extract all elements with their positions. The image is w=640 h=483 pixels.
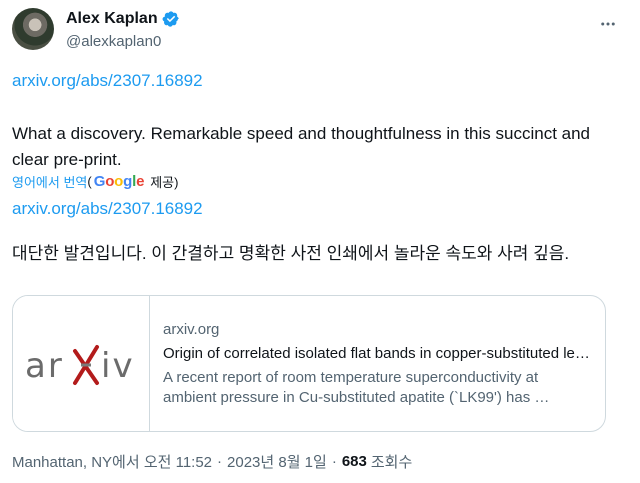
more-dots-icon[interactable] [598,14,618,34]
translate-open-paren: ( [87,174,92,189]
arxiv-logo: ar iv [13,296,150,431]
tweet-text: What a discovery. Remarkable speed and t… [12,124,590,169]
translated-text: 대단한 발견입니다. 이 간결하고 명확한 사전 인쇄에서 놀라운 속도와 사려… [12,244,570,263]
meta-separator: · [217,453,223,470]
author-name[interactable]: Alex Kaplan [66,10,158,28]
translated-link[interactable]: arxiv.org/abs/2307.16892 [12,199,203,219]
google-logo: Google [93,173,145,190]
translate-label[interactable]: 영어에서 번역 [12,172,87,191]
card-title: Origin of correlated isolated flat bands… [163,345,593,362]
card-domain: arxiv.org [163,321,220,338]
tweet-date[interactable]: 2023년 8월 1일 [227,451,327,472]
svg-text:iv: iv [101,346,135,386]
tweet-link[interactable]: arxiv.org/abs/2307.16892 [12,71,203,91]
tweet-header: Alex Kaplan @alexkaplan0 [12,8,628,52]
card-body: arxiv.org Origin of correlated isolated … [163,320,593,408]
views-count: 683 [341,453,367,470]
meta-separator: · [331,453,337,470]
avatar[interactable] [12,8,54,50]
translate-provided-label: 제공) [150,175,179,190]
author-name-line: Alex Kaplan [66,10,180,28]
link-preview-card[interactable]: ar iv arxiv.org Origin of correlated iso… [12,295,606,432]
views-label: 조회수 [370,454,413,471]
location-time[interactable]: Manhattan, NY에서 오전 11:52 [12,451,212,472]
translation-attribution: 영어에서 번역 ( Google 제공) [12,172,178,191]
verified-badge-icon [162,11,179,27]
author-handle[interactable]: @alexkaplan0 [66,33,161,50]
tweet-meta: Manhattan, NY에서 오전 11:52 · 2023년 8월 1일 ·… [12,451,412,472]
card-description: A recent report of room temperature supe… [163,369,550,406]
svg-text:ar: ar [25,346,64,386]
